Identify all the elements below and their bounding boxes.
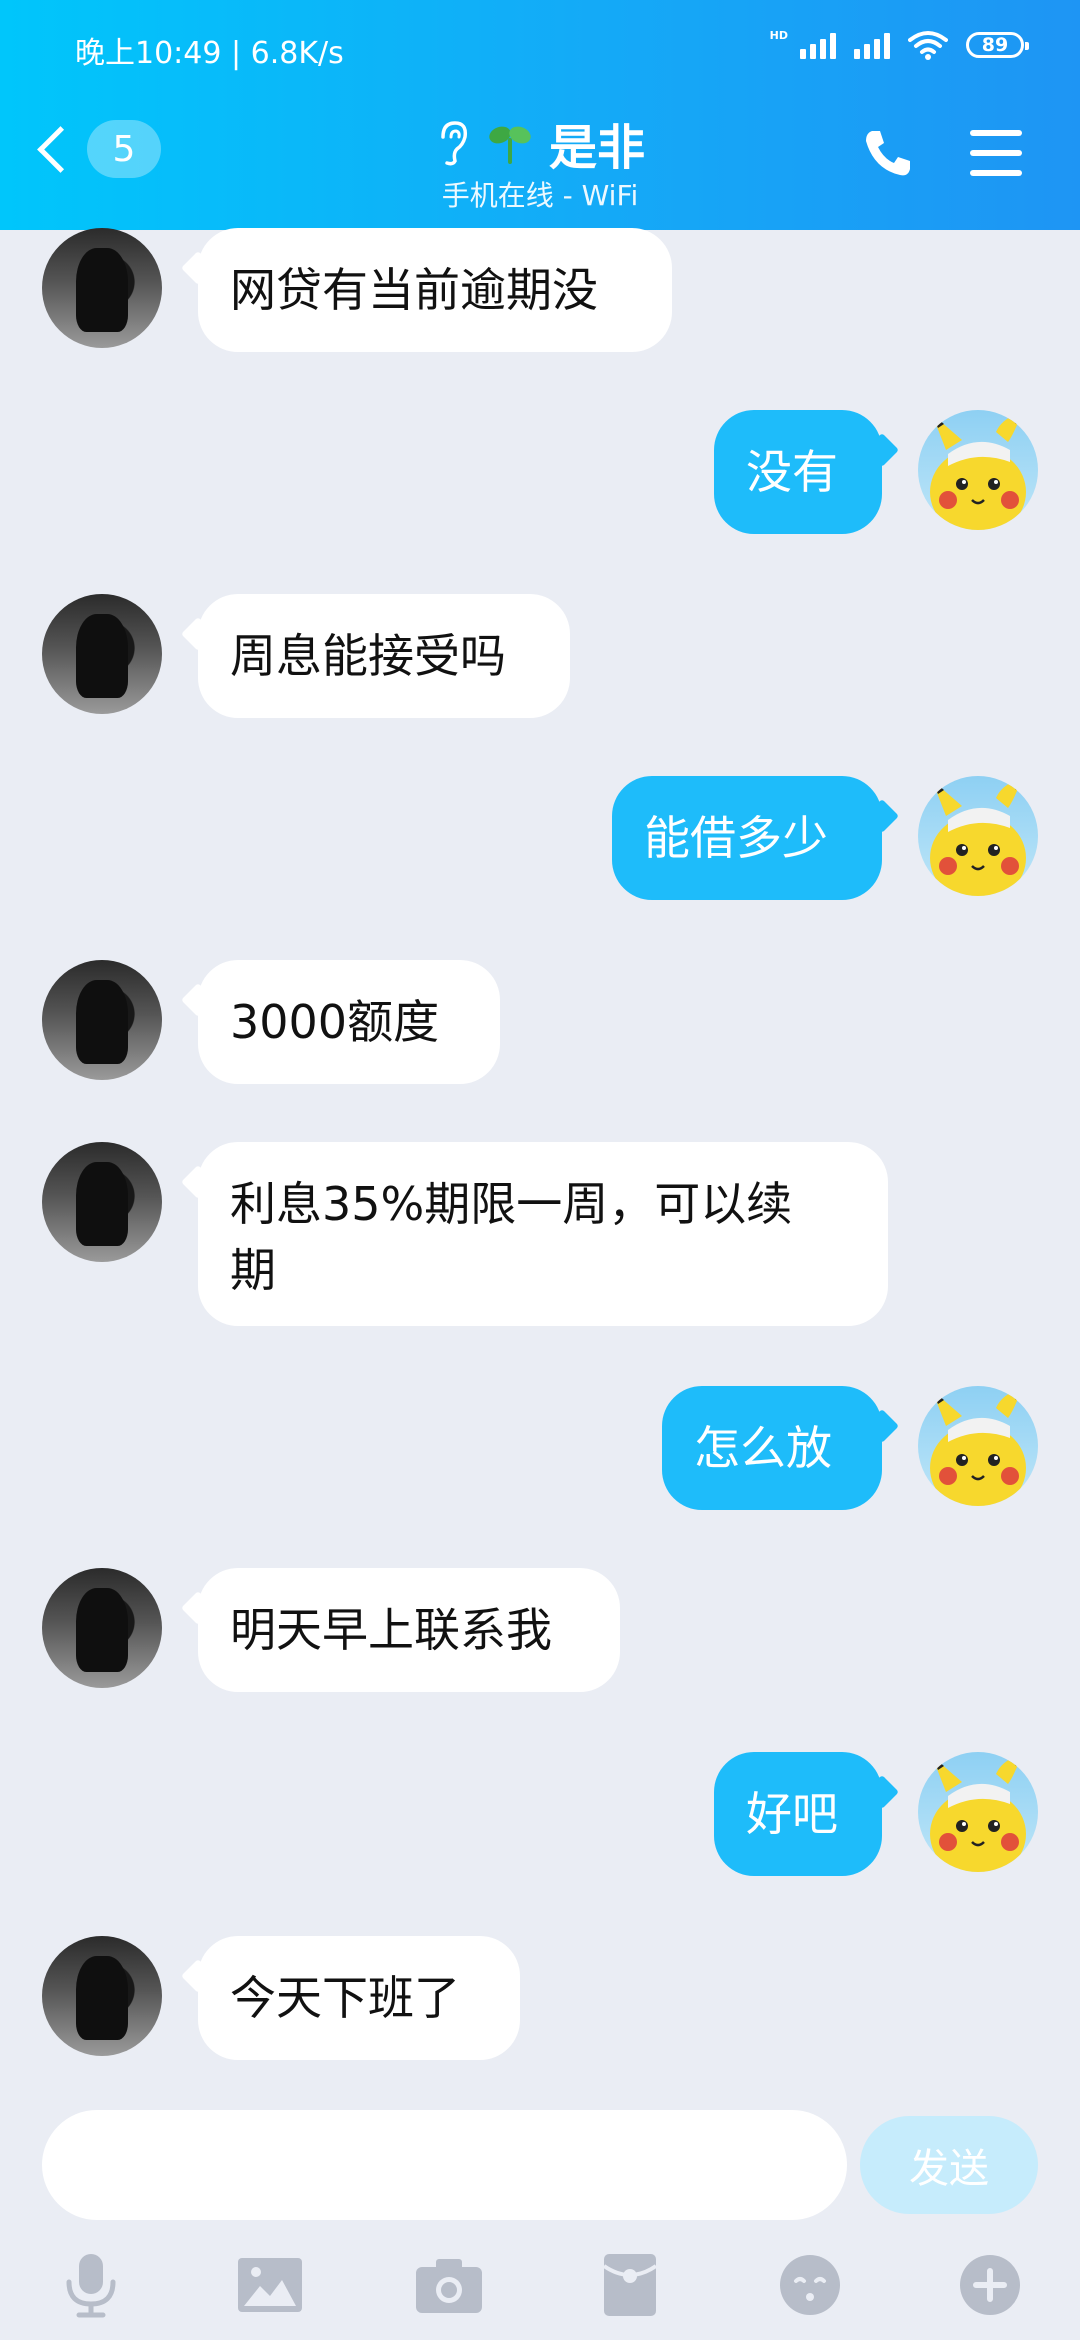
message-text: 能借多少 <box>644 811 828 865</box>
message-bubble-outgoing[interactable]: 没有 <box>714 410 882 534</box>
pikachu-avatar-icon <box>930 778 1026 896</box>
message-bubble-incoming[interactable]: 网贷有当前逾期没 <box>198 228 672 352</box>
pikachu-avatar-icon <box>930 1388 1026 1506</box>
pikachu-avatar-icon <box>930 1754 1026 1872</box>
message-bubble-incoming[interactable]: 利息35%期限一周，可以续 期 <box>198 1142 888 1326</box>
status-icons: HD 89 <box>769 28 1029 60</box>
online-status: 手机在线 - WiFi <box>441 179 639 212</box>
message-bubble-incoming[interactable]: 周息能接受吗 <box>198 594 570 718</box>
contact-avatar[interactable] <box>42 1568 162 1688</box>
emoji-button[interactable] <box>775 2250 845 2320</box>
red-packet-icon <box>602 2254 658 2316</box>
battery-icon: 89 <box>966 32 1029 58</box>
self-avatar[interactable] <box>918 1386 1038 1506</box>
more-button[interactable] <box>955 2250 1025 2320</box>
message-text: 今天下班了 <box>230 1971 460 2025</box>
emoji-icon <box>780 2255 840 2315</box>
contact-avatar[interactable] <box>42 1142 162 1262</box>
camera-button[interactable] <box>414 2250 484 2320</box>
message-text: 明天早上联系我 <box>230 1603 552 1657</box>
message-bubble-outgoing[interactable]: 好吧 <box>714 1752 882 1876</box>
message-text: 3000额度 <box>230 995 440 1049</box>
message-text: 没有 <box>746 445 838 499</box>
status-time: 晚上10:49 | 6.8K/s <box>75 36 344 71</box>
self-avatar[interactable] <box>918 410 1038 530</box>
contact-avatar[interactable] <box>42 594 162 714</box>
pikachu-avatar-icon <box>930 412 1026 530</box>
message-text-line-1: 利息35%期限一周，可以续 <box>230 1177 793 1231</box>
input-toolbar <box>0 2250 1080 2320</box>
contact-avatar[interactable] <box>42 228 162 348</box>
message-text-line-2: 期 <box>230 1243 276 1297</box>
phone-icon[interactable] <box>860 125 916 181</box>
send-button[interactable]: 发送 <box>860 2116 1038 2214</box>
message-bubble-outgoing[interactable]: 怎么放 <box>662 1386 882 1510</box>
plus-icon <box>960 2255 1020 2315</box>
title-row[interactable]: 是非 <box>0 108 1080 178</box>
menu-icon[interactable] <box>970 130 1022 190</box>
red-packet-button[interactable] <box>595 2250 665 2320</box>
signal-1-icon <box>800 31 836 59</box>
message-bubble-outgoing[interactable]: 能借多少 <box>612 776 882 900</box>
message-text: 周息能接受吗 <box>230 629 506 683</box>
signal-2-icon <box>854 31 890 59</box>
contact-avatar[interactable] <box>42 960 162 1080</box>
contact-avatar[interactable] <box>42 1936 162 2056</box>
voice-button[interactable] <box>56 2250 126 2320</box>
microphone-icon <box>66 2254 116 2318</box>
contact-name: 是非 <box>548 120 645 176</box>
message-text: 好吧 <box>746 1787 838 1841</box>
wifi-icon <box>908 31 948 60</box>
ear-icon <box>441 121 468 166</box>
photo-button[interactable] <box>235 2250 305 2320</box>
message-text: 怎么放 <box>694 1421 832 1475</box>
image-icon <box>238 2258 302 2312</box>
hd-label: HD <box>769 28 788 42</box>
message-text: 网贷有当前逾期没 <box>230 263 598 317</box>
camera-icon <box>416 2259 482 2313</box>
message-input[interactable] <box>42 2110 847 2220</box>
self-avatar[interactable] <box>918 776 1038 896</box>
sprout-icon <box>489 126 531 164</box>
battery-level: 89 <box>981 34 1009 56</box>
message-bubble-incoming[interactable]: 明天早上联系我 <box>198 1568 620 1692</box>
self-avatar[interactable] <box>918 1752 1038 1872</box>
message-bubble-incoming[interactable]: 今天下班了 <box>198 1936 520 2060</box>
message-bubble-incoming[interactable]: 3000额度 <box>198 960 500 1084</box>
chat-header: 晚上10:49 | 6.8K/s HD 89 5 是非 手机在线 - WiFi <box>0 0 1080 230</box>
